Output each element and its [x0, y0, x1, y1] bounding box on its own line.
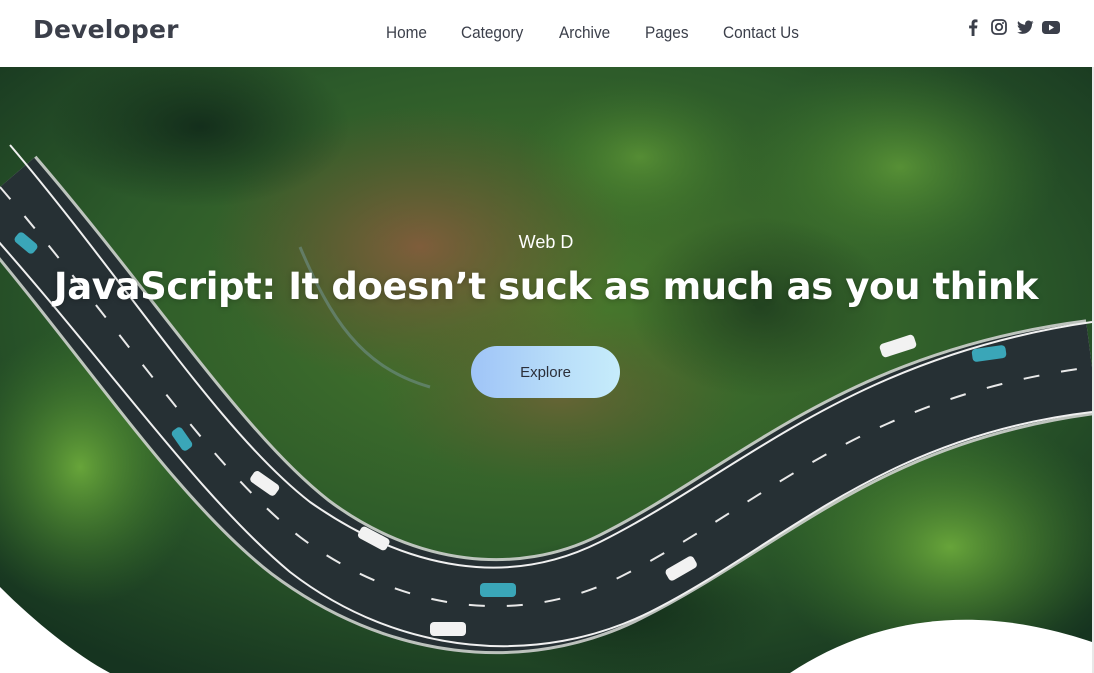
site-logo[interactable]: Developer — [33, 15, 179, 44]
nav-category[interactable]: Category — [461, 24, 523, 43]
social-links — [964, 18, 1060, 36]
instagram-icon[interactable] — [990, 18, 1008, 36]
hero-title: JavaScript: It doesn’t suck as much as y… — [53, 265, 1039, 308]
main-nav: Home Category Archive Pages Contact Us — [386, 24, 835, 43]
nav-pages[interactable]: Pages — [645, 24, 689, 43]
nav-contact-us[interactable]: Contact Us — [723, 24, 799, 43]
hero-section: Web D JavaScript: It doesn’t suck as muc… — [0, 67, 1092, 673]
explore-button[interactable]: Explore — [471, 346, 620, 398]
hero-category[interactable]: Web D — [0, 232, 1092, 253]
nav-archive[interactable]: Archive — [559, 24, 610, 43]
nav-home[interactable]: Home — [386, 24, 427, 43]
twitter-icon[interactable] — [1016, 18, 1034, 36]
site-header: Developer Home Category Archive Pages Co… — [0, 0, 1094, 67]
youtube-icon[interactable] — [1042, 18, 1060, 36]
facebook-icon[interactable] — [964, 18, 982, 36]
